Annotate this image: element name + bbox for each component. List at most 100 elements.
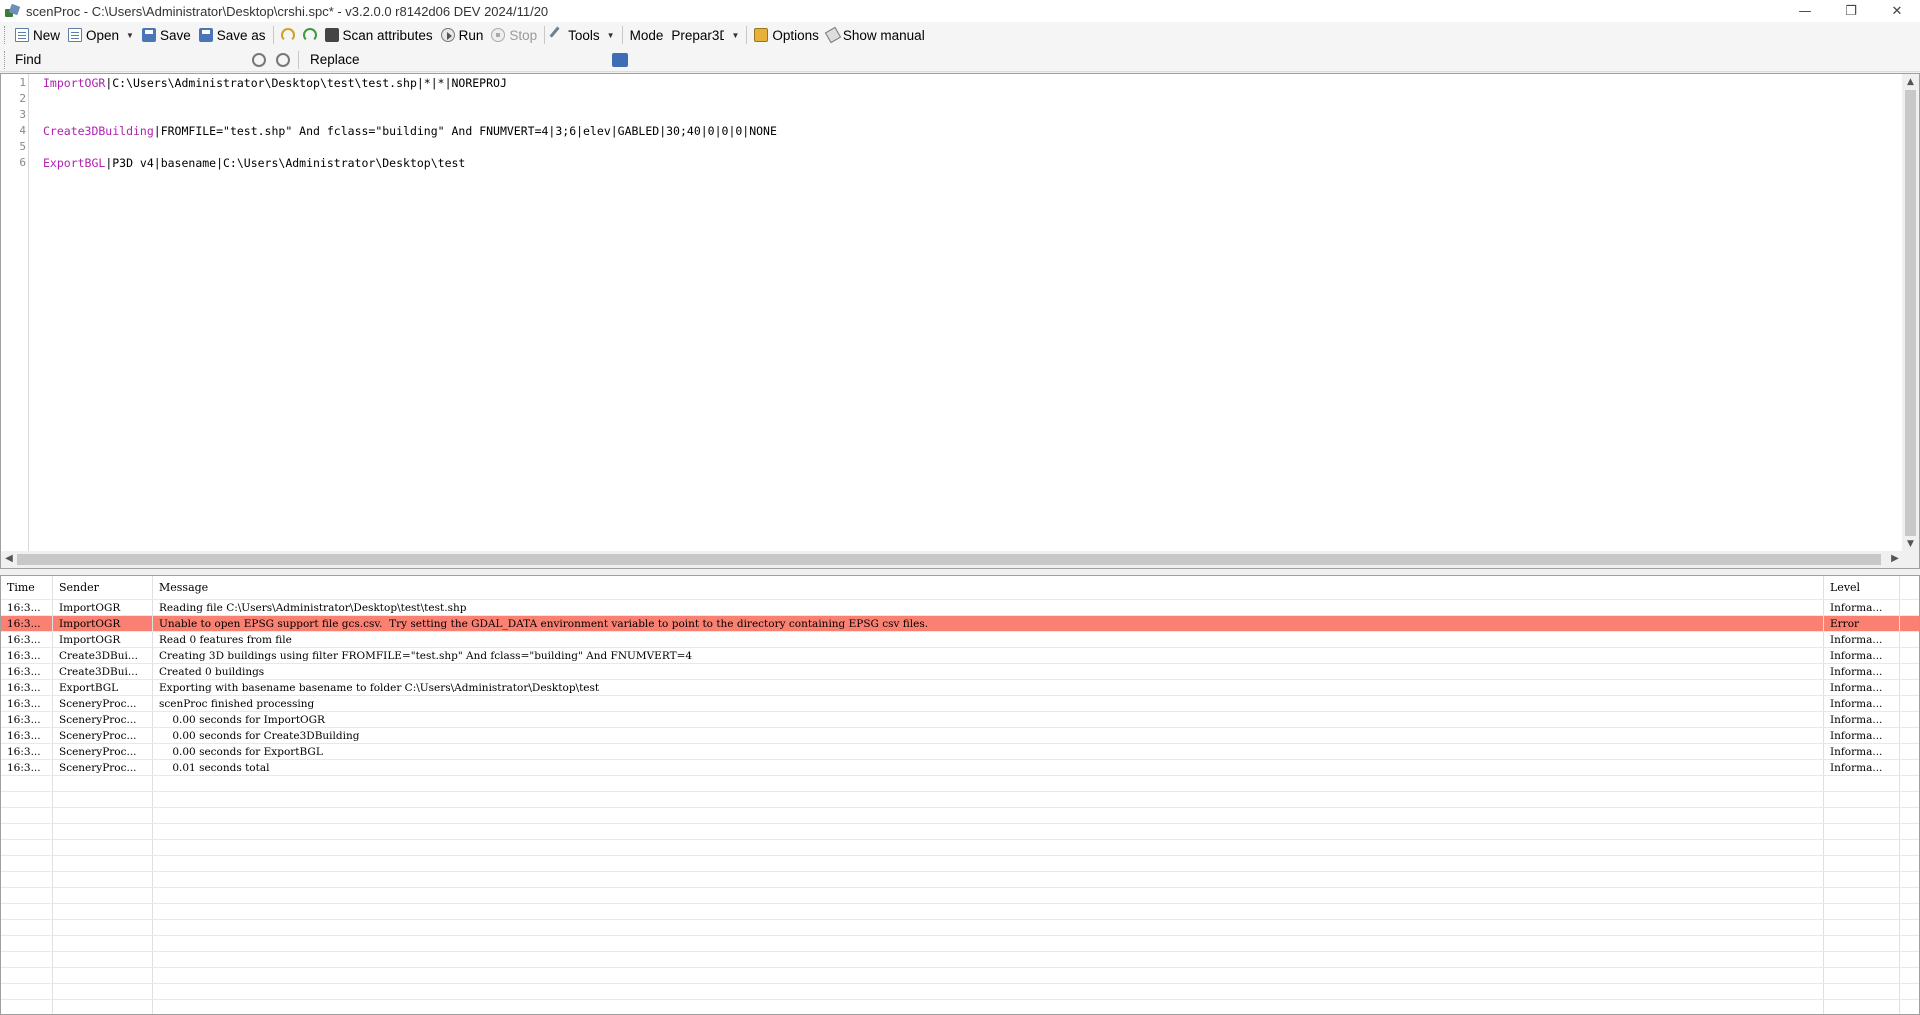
- column-header-level[interactable]: Level: [1824, 576, 1900, 599]
- findbar-grip[interactable]: [4, 50, 7, 69]
- column-header-sender[interactable]: Sender: [53, 576, 153, 599]
- scroll-left-icon[interactable]: ◀: [2, 552, 16, 566]
- options-button[interactable]: Options: [750, 24, 823, 46]
- log-empty-cell: [53, 808, 153, 823]
- log-filler-cell: [1900, 600, 1919, 615]
- log-empty-row: [1, 808, 1919, 824]
- code-line[interactable]: Create3DBuilding|FROMFILE="test.shp" And…: [43, 124, 777, 138]
- new-button[interactable]: New: [11, 24, 64, 46]
- show-manual-button[interactable]: Show manual: [823, 24, 929, 46]
- log-level: Informa...: [1824, 648, 1900, 663]
- stop-button[interactable]: Stop: [487, 24, 541, 46]
- log-filler-cell: [1900, 952, 1919, 967]
- code-line[interactable]: ExportBGL|P3D v4|basename|C:\Users\Admin…: [43, 156, 465, 170]
- mode-select[interactable]: Prepar3D ▼: [667, 24, 743, 46]
- log-row[interactable]: 16:3... SceneryProc... 0.00 seconds for C…: [1, 728, 1919, 744]
- script-editor[interactable]: 1 2 3 4 5 6 ImportOGR|C:\Users\Administr…: [0, 73, 1920, 569]
- code-line[interactable]: ImportOGR|C:\Users\Administrator\Desktop…: [43, 76, 507, 90]
- log-empty-cell: [1824, 824, 1900, 839]
- log-empty-cell: [153, 984, 1824, 999]
- scroll-down-icon[interactable]: ▼: [1905, 537, 1916, 551]
- log-empty-cell: [53, 776, 153, 791]
- log-empty-cell: [153, 968, 1824, 983]
- log-time: 16:3...: [1, 760, 53, 775]
- log-message: Read 0 features from file: [153, 632, 1824, 647]
- log-empty-cell: [1, 920, 53, 935]
- undo-icon: [280, 28, 295, 42]
- log-empty-cell: [1, 872, 53, 887]
- log-empty-cell: [1, 904, 53, 919]
- open-icon: [68, 28, 83, 42]
- swap-icon[interactable]: [611, 52, 628, 67]
- log-empty-row: [1, 824, 1919, 840]
- toolbar-grip[interactable]: [4, 26, 7, 44]
- log-filler-cell: [1900, 1000, 1919, 1014]
- log-time: 16:3...: [1, 712, 53, 727]
- log-row[interactable]: 16:3... ImportOGR Unable to open EPSG supp…: [1, 616, 1919, 632]
- redo-button[interactable]: [299, 24, 321, 46]
- editor-horizontal-scrollbar[interactable]: ◀ ▶: [1, 551, 1903, 568]
- log-empty-cell: [1, 856, 53, 871]
- line-number: 3: [19, 108, 26, 121]
- app-icon: [4, 3, 21, 19]
- step-args: |C:\Users\Administrator\Desktop\test\tes…: [105, 76, 507, 90]
- log-empty-cell: [1824, 984, 1900, 999]
- open-dropdown-icon[interactable]: ▼: [126, 31, 134, 40]
- scroll-right-icon[interactable]: ▶: [1888, 552, 1902, 566]
- log-filler-cell: [1900, 856, 1919, 871]
- log-empty-cell: [53, 968, 153, 983]
- column-header-time[interactable]: Time: [1, 576, 53, 599]
- line-number: 5: [19, 140, 26, 153]
- scroll-up-icon[interactable]: ▲: [1905, 75, 1916, 89]
- open-button[interactable]: Open ▼: [64, 24, 138, 46]
- log-filler-cell: [1900, 696, 1919, 711]
- log-row[interactable]: 16:3... ImportOGR Read 0 features from fil…: [1, 632, 1919, 648]
- run-icon: [440, 28, 455, 42]
- close-button[interactable]: ✕: [1874, 0, 1920, 22]
- log-empty-cell: [1, 968, 53, 983]
- scan-attributes-button[interactable]: Scan attributes: [321, 24, 437, 46]
- log-row[interactable]: 16:3... SceneryProc... 0.00 seconds for I…: [1, 712, 1919, 728]
- log-empty-row: [1, 776, 1919, 792]
- find-next-icon[interactable]: [252, 52, 266, 67]
- tools-button[interactable]: Tools ▼: [548, 24, 618, 46]
- window-title: scenProc - C:\Users\Administrator\Deskto…: [26, 3, 549, 19]
- log-empty-row: [1, 872, 1919, 888]
- column-header-message[interactable]: Message: [153, 576, 1824, 599]
- minimize-button[interactable]: —: [1782, 0, 1828, 22]
- log-row[interactable]: 16:3... SceneryProc... 0.01 seconds total…: [1, 760, 1919, 776]
- save-as-button[interactable]: Save as: [195, 24, 270, 46]
- vertical-scroll-thumb[interactable]: [1905, 90, 1916, 536]
- log-empty-cell: [1824, 792, 1900, 807]
- log-message: Created 0 buildings: [153, 664, 1824, 679]
- log-row[interactable]: 16:3... Create3DBui... Creating 3D buildin…: [1, 648, 1919, 664]
- mode-dropdown-icon[interactable]: ▼: [731, 31, 739, 40]
- log-row[interactable]: 16:3... SceneryProc... 0.00 seconds for E…: [1, 744, 1919, 760]
- horizontal-scroll-thumb[interactable]: [17, 554, 1881, 565]
- editor-vertical-scrollbar[interactable]: ▲ ▼: [1902, 74, 1919, 552]
- log-row[interactable]: 16:3... ImportOGR Reading file C:\Users\Ad…: [1, 600, 1919, 616]
- log-row[interactable]: 16:3... SceneryProc... scenProc finished p…: [1, 696, 1919, 712]
- save-button[interactable]: Save: [138, 24, 195, 46]
- log-empty-cell: [1824, 1000, 1900, 1014]
- log-time: 16:3...: [1, 600, 53, 615]
- log-empty-cell: [153, 792, 1824, 807]
- find-prev-icon[interactable]: [276, 52, 290, 67]
- find-input[interactable]: [57, 50, 247, 69]
- undo-button[interactable]: [277, 24, 299, 46]
- log-level: Informa...: [1824, 600, 1900, 615]
- log-empty-cell: [53, 904, 153, 919]
- save-label: Save: [159, 27, 191, 43]
- log-row[interactable]: 16:3... Create3DBui... Created 0 buildings…: [1, 664, 1919, 680]
- log-empty-cell: [53, 824, 153, 839]
- log-row[interactable]: 16:3... ExportBGL Exporting with basename …: [1, 680, 1919, 696]
- replace-input[interactable]: [359, 50, 610, 69]
- log-filler-cell: [1900, 760, 1919, 775]
- log-time: 16:3...: [1, 616, 53, 631]
- toolbar-separator: [621, 26, 623, 44]
- log-empty-row: [1, 856, 1919, 872]
- tools-label: Tools: [568, 27, 600, 43]
- log-message: Reading file C:\Users\Administrator\Desk…: [153, 600, 1824, 615]
- restore-button[interactable]: ❐: [1828, 0, 1874, 22]
- run-button[interactable]: Run: [437, 24, 488, 46]
